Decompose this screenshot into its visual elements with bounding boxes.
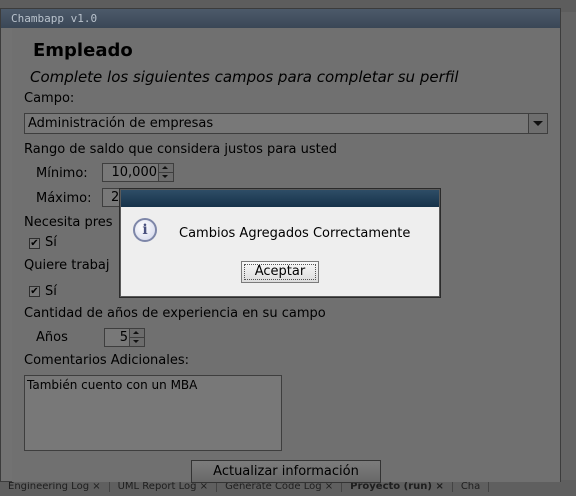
needs-label: Necesita pres [24,215,113,230]
field-label: Campo: [24,91,75,106]
experience-label: Cantidad de años de experiencia en su ca… [24,306,326,321]
needs-checkbox[interactable]: ✔ [29,238,40,249]
years-spinner[interactable]: 5 [104,328,145,347]
years-label: Años [36,330,68,345]
needs-checkbox-label: Sí [45,235,57,250]
chevron-down-icon[interactable] [528,114,547,133]
wants-checkbox[interactable]: ✔ [29,286,40,297]
field-select-value: Administración de empresas [28,116,214,131]
wants-checkbox-label: Sí [45,284,57,299]
max-salary-value: 2 [111,190,120,205]
comments-textarea[interactable]: También cuento con un MBA [24,375,282,451]
spinner-up-icon[interactable] [159,164,173,173]
accept-button[interactable]: Aceptar [241,261,319,283]
wants-label: Quiere trabaj [24,258,110,273]
max-label: Máximo: [36,191,92,206]
background-editor-edge [560,12,576,480]
min-salary-value: 10,000 [111,165,158,180]
spinner-down-icon[interactable] [159,173,173,181]
update-button[interactable]: Actualizar información [191,460,381,483]
spinner-down-icon[interactable] [130,338,144,346]
dialog-titlebar[interactable] [121,190,439,207]
dialog-message: Cambios Agregados Correctamente [179,226,411,241]
info-icon: i [133,218,157,242]
window-title[interactable]: Chambapp v1.0 [1,9,560,28]
min-label: Mínimo: [36,166,88,181]
salary-range-label: Rango de saldo que considera justos para… [24,142,338,157]
comments-label: Comentarios Adicionales: [24,353,190,368]
page-title: Empleado [33,40,133,61]
field-select[interactable]: Administración de empresas [24,113,548,134]
spinner-up-icon[interactable] [130,329,144,338]
min-salary-spinner[interactable]: 10,000 [102,163,174,182]
message-dialog: i Cambios Agregados Correctamente Acepta… [120,189,440,297]
page-subtitle: Complete los siguientes campos para comp… [30,68,459,86]
years-value: 5 [119,330,128,345]
